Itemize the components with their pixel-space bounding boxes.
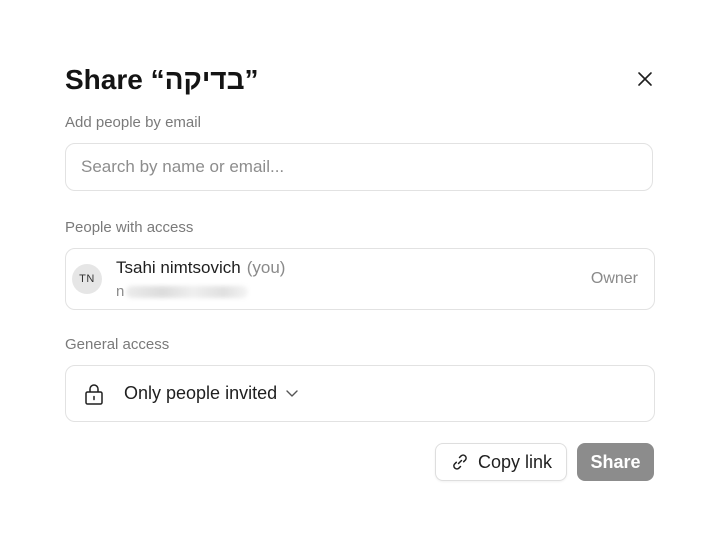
close-button[interactable]	[632, 66, 658, 92]
avatar: TN	[72, 264, 102, 294]
person-email: n	[116, 282, 249, 302]
role-label: Owner	[590, 270, 638, 287]
email-redaction	[126, 286, 249, 299]
person-name: Tsahi nimtsovich	[116, 258, 241, 277]
close-icon	[638, 72, 652, 86]
you-tag: (you)	[246, 258, 286, 277]
person-name-line: Tsahi nimtsovich (you)	[116, 257, 285, 279]
person-row: TN Tsahi nimtsovich (you) n Owner	[65, 248, 655, 310]
share-dialog: Share “בדיקה” Add people by email People…	[0, 0, 720, 549]
general-access-label: General access	[65, 336, 170, 353]
lock-icon	[85, 384, 103, 405]
person-email-visible: n	[116, 283, 125, 300]
copy-link-button[interactable]: Copy link	[435, 443, 567, 481]
share-button[interactable]: Share	[577, 443, 654, 481]
search-field[interactable]	[65, 143, 653, 191]
people-with-access-label: People with access	[65, 219, 194, 236]
search-input[interactable]	[79, 156, 639, 178]
add-people-label: Add people by email	[65, 114, 201, 131]
general-access-box: Only people invited	[65, 365, 655, 422]
access-level-dropdown[interactable]: Only people invited	[124, 380, 299, 406]
copy-link-label: Copy link	[477, 451, 553, 472]
dialog-title: Share “בדיקה”	[65, 64, 259, 95]
link-icon	[450, 452, 470, 472]
chevron-down-icon	[285, 386, 299, 400]
access-level-value: Only people invited	[124, 383, 278, 403]
